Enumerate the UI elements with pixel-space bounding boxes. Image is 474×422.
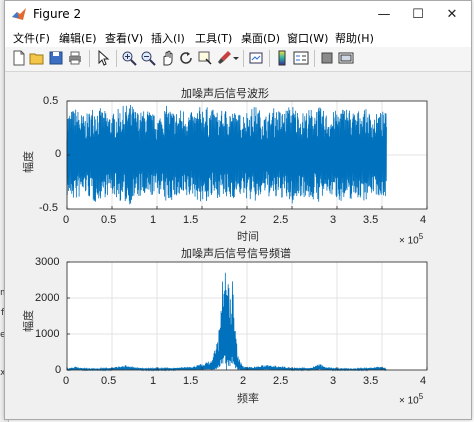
axes2-xtick: 1.5 (183, 375, 199, 387)
pan-icon[interactable] (159, 50, 175, 66)
axes2-ytick: 3000 (35, 256, 60, 268)
menu-tools[interactable]: 工具(T) (195, 30, 232, 46)
axes2-ylabel: 幅度 (22, 310, 35, 332)
axes1-xlabel: 时间 (237, 230, 259, 243)
axes2-ytick: 2000 (35, 292, 60, 304)
maximize-button[interactable]: ☐ (401, 1, 435, 27)
axes1-xtick: 2 (240, 214, 247, 226)
axes1-ylabel: 幅度 (22, 151, 35, 173)
axes1-x-exponent: × 105 (399, 232, 424, 247)
axes2-xlabel: 频率 (237, 392, 259, 405)
toolbar-separator (89, 50, 90, 67)
print-icon[interactable] (67, 50, 83, 66)
figure-window: Figure 2 — ☐ ✕ 文件(F) 编辑(E) 查看(V) 插入(I) 工… (4, 0, 472, 420)
menu-file[interactable]: 文件(F) (13, 30, 50, 46)
figure-canvas: 加噪声后信号波形 幅度 时间 0.5 0 -0.5 0 0.5 1 1.5 2 … (5, 72, 471, 419)
axes1-xtick: 1.5 (183, 214, 199, 226)
menu-desktop[interactable]: 桌面(D) (241, 30, 280, 46)
chevron-down-icon[interactable] (232, 50, 240, 66)
menu-edit[interactable]: 编辑(E) (59, 30, 97, 46)
menu-help[interactable]: 帮助(H) (335, 30, 374, 46)
axes2-ytick: 1000 (35, 328, 60, 340)
axes1-xtick: 3.5 (363, 214, 379, 226)
menu-window[interactable]: 窗口(W) (287, 30, 328, 46)
toolbar-separator (269, 50, 270, 67)
axes1-xtick: 0.5 (101, 214, 117, 226)
zoom-out-icon[interactable] (140, 50, 156, 66)
dock-icon[interactable] (338, 50, 354, 66)
axes1-xtick: 1 (150, 214, 157, 226)
save-icon[interactable] (48, 50, 64, 66)
menu-insert[interactable]: 插入(I) (151, 30, 185, 46)
open-file-icon[interactable] (29, 50, 45, 66)
legend-icon[interactable] (293, 50, 309, 66)
axes2-xtick: 0.5 (101, 375, 117, 387)
matlab-icon (12, 8, 26, 20)
data-cursor-icon[interactable] (197, 50, 213, 66)
axes1-ytick: 0 (55, 148, 62, 160)
axes1-title: 加噪声后信号波形 (181, 87, 269, 100)
axes2-xtick: 0 (63, 375, 70, 387)
menu-view[interactable]: 查看(V) (105, 30, 143, 46)
axes1-ytick: -0.5 (39, 202, 58, 214)
axes2-ytick: 0 (55, 364, 62, 376)
toolbar-separator (314, 50, 315, 67)
axes1-xtick: 2.5 (273, 214, 289, 226)
link-plot-icon[interactable] (248, 50, 264, 66)
axes1-xtick: 3 (330, 214, 337, 226)
toolbar-separator (243, 50, 244, 67)
axes2-xtick: 4 (420, 375, 427, 387)
window-title: Figure 2 (33, 7, 82, 21)
axes2-xtick: 3 (330, 375, 337, 387)
axes1-xtick: 4 (420, 214, 427, 226)
axes2-x-exponent: × 105 (399, 392, 424, 407)
minimize-button[interactable]: — (367, 1, 401, 27)
colorbar-icon[interactable] (274, 50, 290, 66)
axes2-xtick: 2 (240, 375, 247, 387)
axes1-xtick: 0 (63, 214, 70, 226)
pointer-icon[interactable] (95, 50, 111, 66)
new-figure-icon[interactable] (11, 50, 27, 66)
menu-bar: 文件(F) 编辑(E) 查看(V) 插入(I) 工具(T) 桌面(D) 窗口(W… (5, 27, 471, 47)
close-button[interactable]: ✕ (435, 1, 469, 27)
axes2-title: 加噪声后信号信号频谱 (181, 247, 291, 260)
toolbar (5, 47, 471, 72)
hide-tools-icon[interactable] (319, 50, 335, 66)
toolbar-separator (116, 50, 117, 67)
axes1-ytick: 0.5 (43, 95, 59, 107)
rotate-icon[interactable] (178, 50, 194, 66)
title-bar[interactable]: Figure 2 — ☐ ✕ (5, 1, 471, 27)
zoom-in-icon[interactable] (121, 50, 137, 66)
axes2-xtick: 3.5 (363, 375, 379, 387)
axes2-xtick: 1 (150, 375, 157, 387)
axes2-xtick: 2.5 (273, 375, 289, 387)
brush-icon[interactable] (216, 50, 232, 66)
